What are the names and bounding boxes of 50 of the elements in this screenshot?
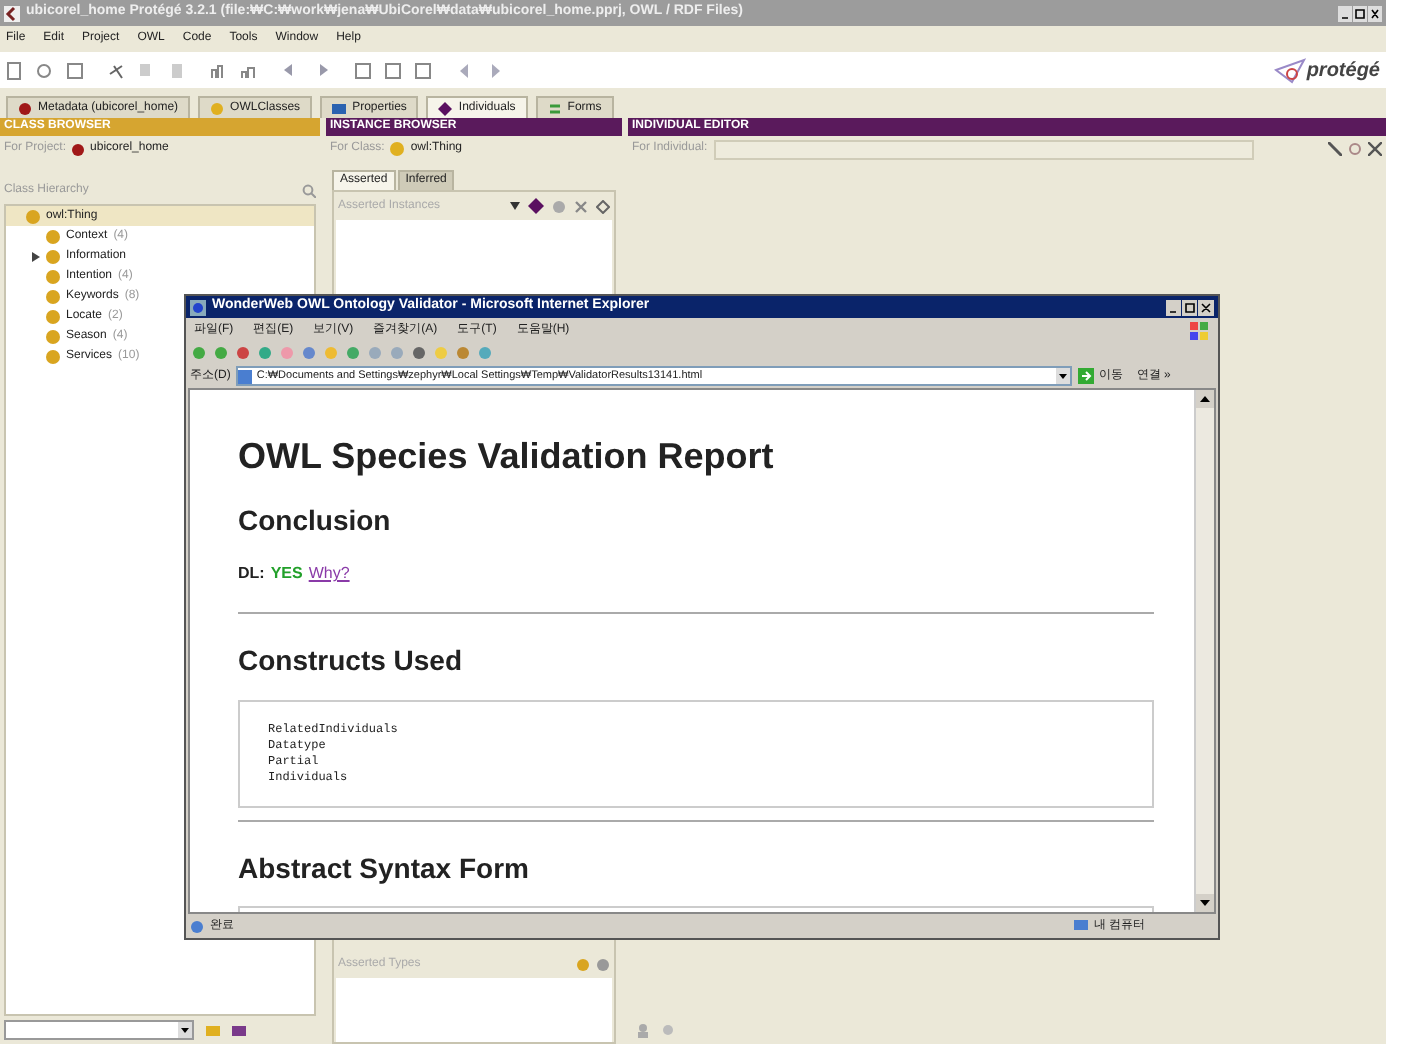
edit-icon bbox=[1328, 142, 1342, 156]
circle-icon bbox=[552, 199, 566, 213]
dropdown-arrow-icon bbox=[1056, 368, 1071, 384]
window-controls-icon bbox=[1166, 299, 1214, 315]
page-title: OWL Species Validation Report bbox=[238, 434, 776, 480]
window-controls-icon bbox=[1338, 5, 1382, 21]
chart-icon bbox=[240, 61, 258, 79]
project-icon bbox=[72, 143, 85, 155]
classes-tab-icon bbox=[210, 101, 225, 115]
individuals-tab-icon bbox=[438, 101, 453, 115]
app-icon bbox=[4, 5, 20, 21]
ie-icon bbox=[190, 299, 206, 315]
dot-icon bbox=[662, 1024, 674, 1036]
delete-icon bbox=[574, 199, 588, 213]
scroll-up-icon bbox=[1196, 390, 1214, 408]
close-icon bbox=[1368, 142, 1382, 156]
result-value: YES bbox=[270, 562, 303, 586]
forms-tab-icon bbox=[547, 101, 562, 115]
add-type-icon bbox=[576, 957, 590, 971]
protege-logo-text: protégé bbox=[1306, 57, 1380, 85]
section-heading: Constructs Used bbox=[238, 642, 465, 680]
protege-logo-icon bbox=[1274, 56, 1307, 84]
class-icon bbox=[390, 142, 405, 156]
dropdown[interactable] bbox=[4, 1020, 194, 1040]
individual-field[interactable] bbox=[713, 139, 1254, 159]
properties-tab-icon bbox=[332, 101, 347, 115]
windows-logo-icon bbox=[1190, 321, 1210, 339]
back-icon bbox=[456, 61, 474, 79]
go-arrow-icon bbox=[1078, 368, 1095, 384]
dropdown-arrow-icon bbox=[510, 202, 520, 210]
result-label: DL: bbox=[238, 562, 265, 586]
folder-icon bbox=[206, 1023, 220, 1037]
cut-icon bbox=[108, 61, 126, 79]
class-icon bbox=[232, 1023, 246, 1037]
forward-icon bbox=[486, 61, 504, 79]
add-instance-icon bbox=[528, 198, 544, 214]
computer-icon bbox=[1074, 919, 1088, 933]
scroll-down-icon bbox=[1196, 894, 1214, 912]
section-heading: Abstract Syntax Form bbox=[238, 850, 531, 888]
why-link[interactable]: Why? bbox=[308, 562, 350, 586]
person-icon bbox=[636, 1023, 650, 1037]
new-file-icon bbox=[6, 61, 24, 79]
metadata-tab-icon bbox=[18, 101, 32, 115]
scrollbar[interactable] bbox=[1194, 390, 1214, 912]
chart-icon bbox=[210, 61, 228, 79]
open-icon bbox=[36, 61, 54, 79]
dropdown-arrow-icon bbox=[178, 1022, 192, 1038]
save-icon bbox=[66, 61, 84, 79]
section-heading: Conclusion bbox=[238, 502, 393, 540]
diamond-outline-icon bbox=[596, 199, 610, 213]
